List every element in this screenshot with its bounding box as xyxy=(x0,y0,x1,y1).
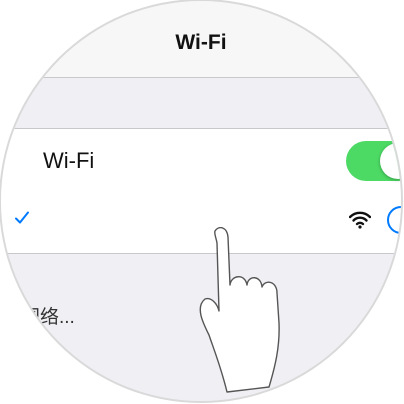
page-title: Wi-Fi xyxy=(175,31,227,54)
toggle-knob xyxy=(380,143,401,179)
wifi-toggle-row[interactable]: Wi-Fi xyxy=(1,128,401,192)
wifi-label: Wi-Fi xyxy=(43,148,95,173)
wifi-toggle-switch[interactable] xyxy=(346,141,401,181)
navigation-bar: Wi-Fi xyxy=(1,1,401,78)
pointing-hand-icon xyxy=(199,227,280,393)
wifi-signal-icon xyxy=(349,211,371,229)
checkmark-icon xyxy=(15,211,29,224)
section-spacer xyxy=(1,78,401,128)
screen-viewport: Wi-Fi Wi-Fi 网络... xyxy=(1,1,401,401)
other-networks-label[interactable]: 网络... xyxy=(21,302,75,329)
